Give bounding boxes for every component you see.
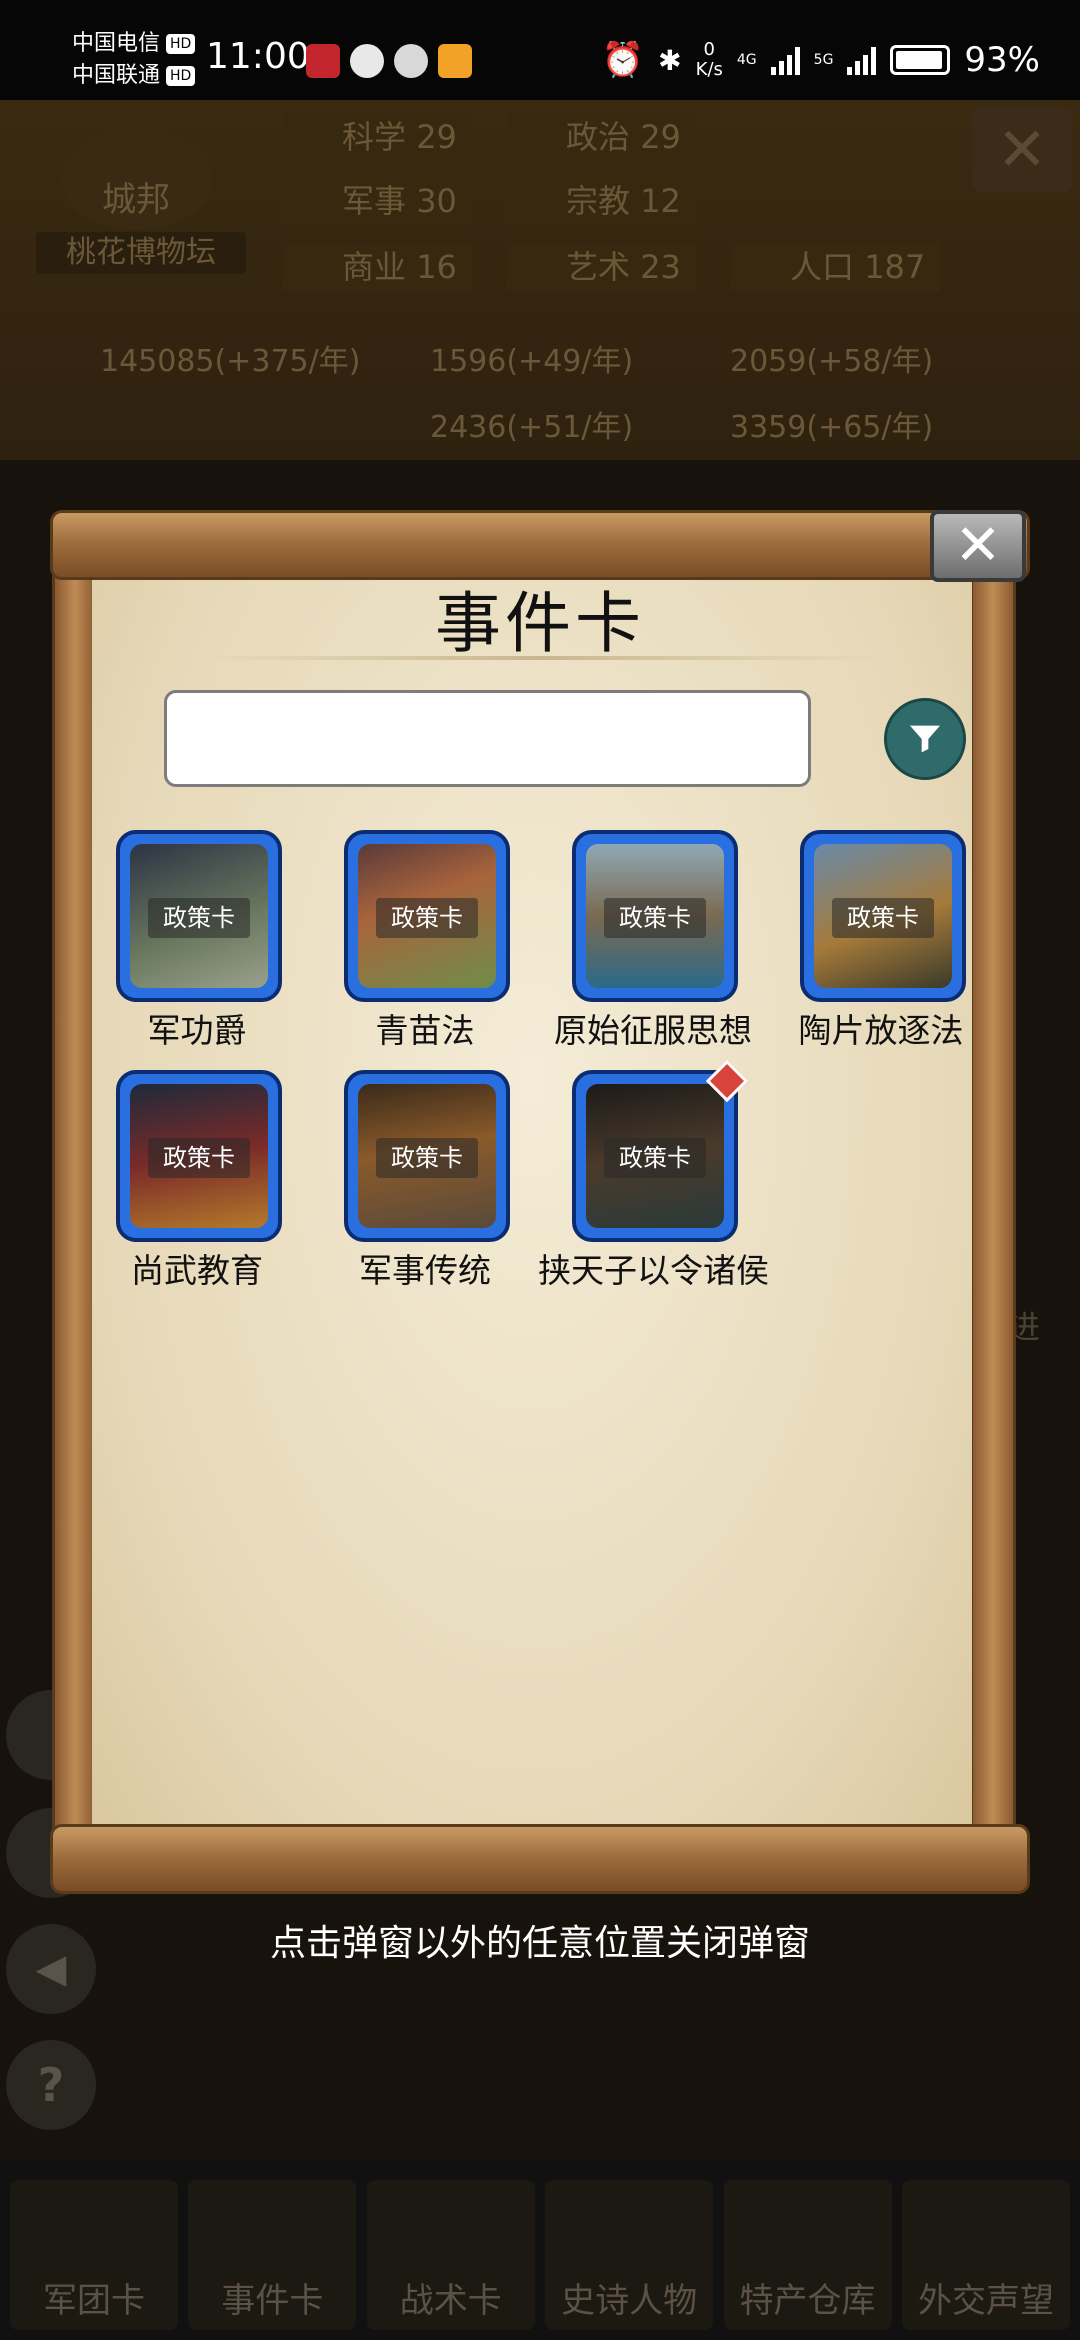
city-name: 桃花博物坛 (36, 232, 246, 274)
card-name: 原始征服思想 (554, 1011, 752, 1050)
card-name: 陶片放逐法 (798, 1011, 964, 1050)
filter-button[interactable] (884, 698, 966, 780)
close-icon: ✕ (954, 513, 1002, 578)
net-type-1: 4G (736, 52, 757, 68)
event-card-6[interactable]: 政策卡 (344, 1070, 510, 1242)
event-card-4[interactable]: 政策卡 (800, 830, 966, 1002)
card-tag: 政策卡 (376, 898, 478, 938)
battery-icon (890, 45, 951, 75)
notification-icons (306, 44, 472, 78)
card-name: 军功爵 (147, 1011, 247, 1050)
stat-population: 人口 187 (730, 242, 940, 292)
scroll-right-edge (970, 540, 1016, 1880)
net-speed-value: 0 (703, 39, 715, 60)
resource-wood: 1596(+49/年) (430, 344, 634, 379)
city-title: 城邦 (102, 180, 170, 220)
stat-military: 军事 30 (282, 176, 472, 226)
net-type-2: 5G (813, 52, 834, 68)
card-tag: 政策卡 (832, 898, 934, 938)
resource-stone: 2436(+51/年) (430, 410, 634, 445)
card-name: 挟天子以令诸侯 (538, 1251, 769, 1290)
scroll-bottom-rod (50, 1824, 1030, 1894)
card-name: 军事传统 (359, 1251, 491, 1290)
bluetooth-icon: ✱ (658, 43, 682, 77)
nav-specialty-warehouse[interactable]: 特产仓库 (723, 2180, 892, 2330)
help-icon[interactable]: ? (6, 2040, 96, 2130)
stat-religion: 宗教 12 (506, 176, 696, 226)
nav-epic-figures[interactable]: 史诗人物 (545, 2180, 714, 2330)
app-icon (438, 44, 472, 78)
resource-food: 3359(+65/年) (730, 410, 934, 445)
event-card-3[interactable]: 政策卡 (572, 830, 738, 1002)
event-card-5[interactable]: 政策卡 (116, 1070, 282, 1242)
hd-badge-1: HD (166, 34, 196, 54)
card-tag: 政策卡 (604, 898, 706, 938)
signal-icon-1 (770, 45, 800, 75)
event-card-7[interactable]: 政策卡 (572, 1059, 749, 1242)
event-card-2[interactable]: 政策卡 (344, 830, 510, 1002)
header-close-icon[interactable]: ✕ (972, 108, 1072, 192)
close-hint: 点击弹窗以外的任意位置关闭弹窗 (269, 1923, 810, 1964)
card-tag: 政策卡 (376, 1138, 478, 1178)
net-speed: 0 K/s (696, 40, 723, 80)
event-card-1[interactable]: 政策卡 (116, 830, 282, 1002)
status-bar: 中国电信 HD 中国联通 HD 11:00 ⏰ ✱ 0 K/s 4G 5G 93% (0, 0, 1080, 100)
stat-politics: 政治 29 (506, 112, 696, 162)
hand-icon (394, 44, 428, 78)
carrier-2: 中国联通 (72, 63, 161, 88)
news-app-icon (306, 44, 340, 78)
nav-diplomatic-prestige[interactable]: 外交声望 (901, 2180, 1070, 2330)
card-tag: 政策卡 (148, 898, 250, 938)
card-tag: 政策卡 (604, 1138, 706, 1178)
stat-commerce: 商业 16 (282, 242, 472, 292)
card-name: 青苗法 (375, 1011, 475, 1050)
modal-close-button[interactable]: ✕ (930, 510, 1026, 582)
card-tag: 政策卡 (148, 1138, 250, 1178)
nav-event-cards[interactable]: 事件卡 (188, 2180, 357, 2330)
resource-iron: 2059(+58/年) (730, 344, 934, 379)
resource-gold: 145085(+375/年) (100, 344, 361, 379)
battery-level: 93% (964, 40, 1040, 80)
card-name: 尚武教育 (131, 1251, 263, 1290)
modal-title: 事件卡 (435, 585, 645, 662)
hd-badge-2: HD (166, 66, 196, 86)
alarm-icon: ⏰ (601, 40, 645, 80)
bottom-nav: 军团卡 事件卡 战术卡 史诗人物 特产仓库 外交声望 (0, 2160, 1080, 2340)
search-input[interactable] (164, 690, 811, 787)
title-divider (200, 656, 880, 660)
stat-art: 艺术 23 (506, 242, 696, 292)
carrier-info: 中国电信 HD 中国联通 HD (72, 28, 196, 92)
status-right: ⏰ ✱ 0 K/s 4G 5G 93% (601, 40, 1040, 81)
nav-tactic-cards[interactable]: 战术卡 (366, 2180, 535, 2330)
clock: 11:00 (206, 36, 310, 77)
net-speed-unit: K/s (695, 59, 723, 80)
carrier-1: 中国电信 (72, 31, 161, 56)
stat-science: 科学 29 (282, 112, 472, 162)
signal-icon-2 (847, 45, 877, 75)
filter-icon (910, 725, 940, 753)
nav-legion-cards[interactable]: 军团卡 (10, 2180, 178, 2330)
wechat-icon (350, 44, 384, 78)
